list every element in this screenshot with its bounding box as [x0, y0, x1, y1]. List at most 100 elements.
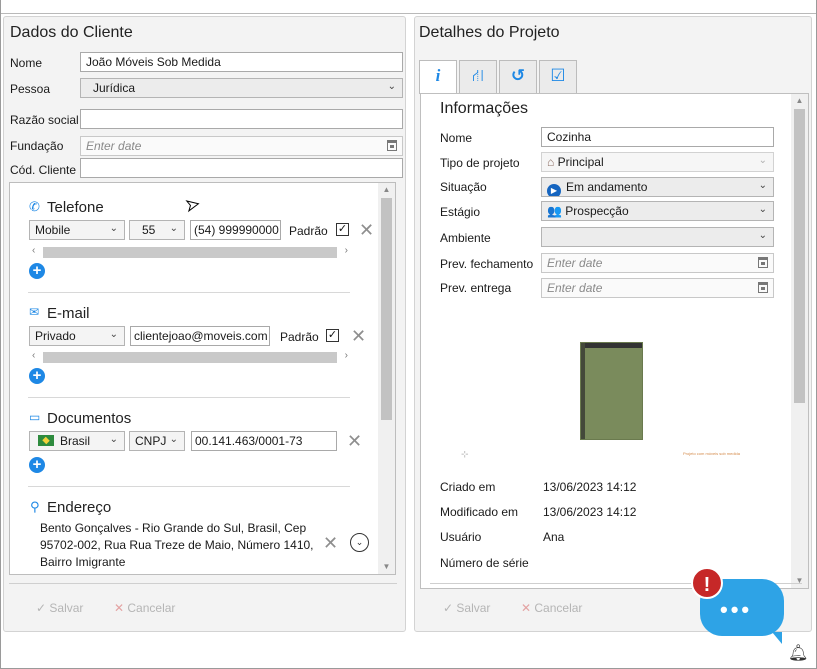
endereco-line-3: Bairro Imigrante: [40, 555, 126, 569]
prev-fechamento-date-input[interactable]: Enter date: [541, 253, 774, 273]
ambiente-select[interactable]: ⌄: [541, 227, 774, 247]
salvar-project-button[interactable]: ✓ Salvar: [443, 601, 490, 615]
projeto-nome-label: Nome: [440, 131, 473, 145]
prev-entrega-placeholder: Enter date: [547, 281, 603, 295]
hscroll-thumb[interactable]: [43, 352, 337, 363]
thumbnail-top-edge: [581, 343, 642, 348]
section-divider: [28, 397, 350, 398]
chevron-down-icon: ⌄: [169, 223, 178, 234]
nome-input[interactable]: João Móveis Sob Medida: [80, 52, 403, 72]
chevron-down-icon: ⌄: [387, 81, 396, 92]
projeto-nome-input[interactable]: Cozinha: [541, 127, 774, 147]
endereco-line-2: 95702-002, Rua Rua Treze de Maio, Número…: [40, 538, 314, 552]
telefone-hscrollbar[interactable]: ‹ ›: [29, 245, 351, 259]
play-icon: ▶: [547, 184, 561, 196]
modificado-em-label: Modificado em: [440, 505, 519, 519]
telefone-ddi-select[interactable]: 55 ⌄: [129, 220, 185, 240]
document-number-input[interactable]: 00.141.463/0001-73: [191, 431, 337, 451]
scroll-left-icon[interactable]: ‹: [32, 350, 35, 361]
tipo-projeto-select[interactable]: ⌂ Principal ⌄: [541, 152, 774, 172]
check-icon: ✓: [36, 601, 50, 615]
document-remove-icon[interactable]: ✕: [347, 432, 362, 450]
cancelar-project-button[interactable]: ✕ Cancelar: [521, 601, 582, 615]
email-padrao-label: Padrão: [280, 330, 319, 344]
salvar-client-button[interactable]: ✓ Salvar: [36, 601, 83, 615]
add-documento-icon[interactable]: +: [29, 457, 45, 473]
scroll-left-icon[interactable]: ‹: [32, 245, 35, 256]
telefone-number-input[interactable]: (54) 999990000: [190, 220, 281, 240]
scroll-right-icon[interactable]: ›: [345, 350, 348, 361]
endereco-expand-icon[interactable]: ⌄: [350, 533, 369, 552]
prev-fechamento-label: Prev. fechamento: [440, 257, 534, 271]
telefone-padrao-checkbox[interactable]: ✓: [336, 223, 349, 236]
telefone-padrao-label: Padrão: [289, 224, 328, 238]
home-icon: ⌂: [547, 155, 558, 169]
situacao-select[interactable]: ▶ Em andamento ⌄: [541, 177, 774, 197]
hscroll-thumb[interactable]: [43, 247, 337, 258]
usuario-label: Usuário: [440, 530, 482, 544]
estagio-select[interactable]: 👥 Prospecção ⌄: [541, 201, 774, 221]
telefone-remove-icon[interactable]: ✕: [359, 221, 373, 239]
add-email-icon[interactable]: +: [29, 368, 45, 384]
bell-icon[interactable]: 🔔︎: [788, 643, 808, 663]
calendar-icon[interactable]: [387, 140, 397, 151]
pessoa-label: Pessoa: [10, 82, 51, 96]
estagio-label: Estágio: [440, 205, 481, 219]
document-country-select[interactable]: Brasil ⌄: [29, 431, 125, 451]
scroll-down-icon[interactable]: ▼: [378, 560, 395, 574]
prev-entrega-date-input[interactable]: Enter date: [541, 278, 774, 298]
endereco-title: Endereço: [47, 499, 112, 516]
contacts-vscrollbar[interactable]: ▲ ▼: [378, 183, 395, 574]
email-input[interactable]: clientejoao@moveis.com: [130, 326, 270, 346]
pessoa-select[interactable]: Jurídica ⌄: [80, 78, 403, 98]
axis-gizmo-icon: ⊹: [461, 449, 469, 459]
calendar-icon[interactable]: [758, 282, 768, 293]
cod-cliente-input[interactable]: [80, 158, 403, 178]
chat-dots-icon: •••: [720, 597, 753, 622]
calendar-icon[interactable]: [758, 257, 768, 268]
chevron-down-icon: ⌄: [758, 155, 767, 166]
scroll-up-icon[interactable]: ▲: [791, 94, 808, 108]
scroll-down-icon[interactable]: ▼: [791, 574, 808, 588]
window-border-left: [0, 0, 1, 669]
alert-badge-icon[interactable]: !: [691, 567, 723, 599]
envelope-icon: ✉: [29, 305, 40, 319]
fundacao-date-input[interactable]: Enter date: [80, 136, 403, 156]
email-hscrollbar[interactable]: ‹ ›: [29, 350, 351, 364]
cancelar-client-button[interactable]: ✕ Cancelar: [114, 601, 175, 615]
contacts-scroll-area[interactable]: ✆ Telefone Mobile ⌄ 55 ⌄ (54) 999990000 …: [9, 182, 396, 575]
document-type-select[interactable]: CNPJ ⌄: [129, 431, 185, 451]
info-vscrollbar[interactable]: ▲ ▼: [791, 94, 808, 588]
email-title: E-mail: [47, 305, 90, 322]
tab-history[interactable]: ↺: [499, 60, 537, 93]
vscroll-thumb[interactable]: [794, 109, 805, 403]
email-remove-icon[interactable]: ✕: [351, 327, 366, 345]
chevron-down-icon: ⌄: [109, 329, 118, 340]
tab-info[interactable]: i: [419, 60, 457, 94]
telefone-type-value: Mobile: [35, 223, 71, 237]
footer-divider: [9, 583, 397, 584]
email-padrao-checkbox[interactable]: ✓: [326, 329, 339, 342]
endereco-remove-icon[interactable]: ✕: [323, 534, 338, 552]
tab-hierarchy[interactable]: ⛙: [459, 60, 497, 93]
project-thumbnail[interactable]: [580, 342, 643, 440]
prev-entrega-label: Prev. entrega: [440, 281, 512, 295]
situacao-value: Em andamento: [566, 180, 648, 194]
salvar-label: Salvar: [456, 601, 491, 615]
thumbnail-side-edge: [581, 343, 585, 439]
scroll-up-icon[interactable]: ▲: [378, 183, 395, 197]
modificado-em-value: 13/06/2023 14:12: [543, 505, 637, 519]
razao-social-input[interactable]: [80, 109, 403, 129]
situacao-label: Situação: [440, 180, 487, 194]
x-icon: ✕: [521, 601, 535, 615]
ambiente-label: Ambiente: [440, 231, 491, 245]
scroll-right-icon[interactable]: ›: [345, 245, 348, 256]
telefone-type-select[interactable]: Mobile ⌄: [29, 220, 125, 240]
add-telefone-icon[interactable]: +: [29, 263, 45, 279]
client-data-panel: Dados do Cliente Nome João Móveis Sob Me…: [3, 16, 406, 632]
email-type-select[interactable]: Privado ⌄: [29, 326, 125, 346]
document-type-value: CNPJ: [135, 434, 167, 448]
brazil-flag-icon: [38, 435, 54, 446]
vscroll-thumb[interactable]: [381, 198, 392, 420]
tab-checklist[interactable]: ☑: [539, 60, 577, 93]
